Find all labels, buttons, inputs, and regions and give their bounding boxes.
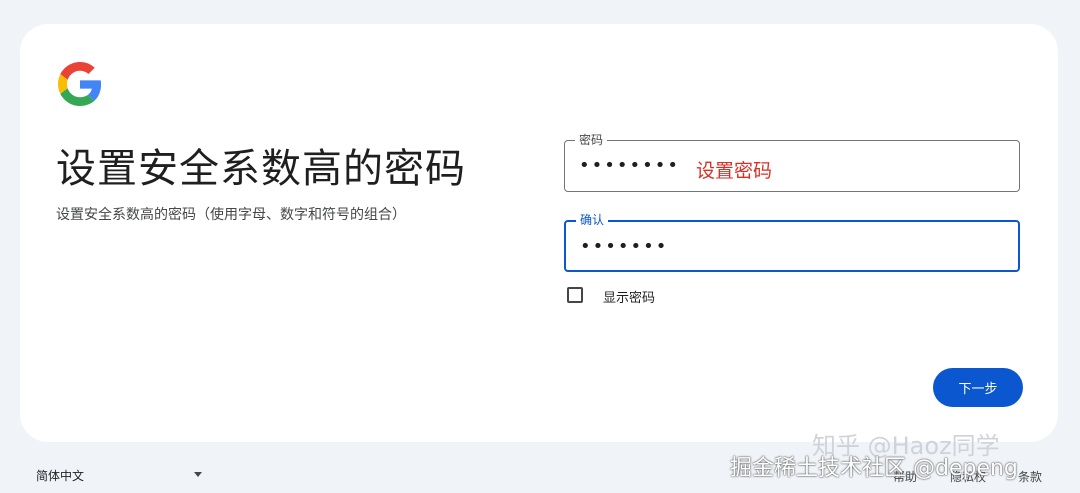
chevron-down-icon[interactable] [194, 472, 202, 477]
confirm-password-field[interactable]: 确认 ••••••• [564, 212, 1020, 272]
footer-link-terms[interactable]: 条款 [1018, 468, 1042, 485]
password-value: •••••••• [579, 155, 680, 176]
confirm-field-label: 确认 [576, 212, 609, 228]
password-field[interactable]: 密码 •••••••• [564, 132, 1020, 192]
page-subtitle: 设置安全系数高的密码（使用字母、数字和符号的组合） [56, 207, 406, 223]
password-field-label: 密码 [575, 132, 608, 148]
next-button[interactable]: 下一步 [933, 368, 1023, 407]
show-password-checkbox[interactable] [567, 287, 583, 303]
google-logo-icon [58, 62, 102, 106]
page-title: 设置安全系数高的密码 [56, 146, 466, 192]
juejin-watermark: 掘金稀土技术社区 @depeng [730, 456, 1018, 481]
language-selector[interactable]: 简体中文 [36, 467, 84, 484]
confirm-value: ••••••• [580, 236, 669, 257]
annotation-text: 设置密码 [696, 160, 773, 182]
signup-card: 设置安全系数高的密码 设置安全系数高的密码（使用字母、数字和符号的组合） 密码 … [20, 24, 1058, 442]
show-password-label[interactable]: 显示密码 [603, 287, 655, 306]
